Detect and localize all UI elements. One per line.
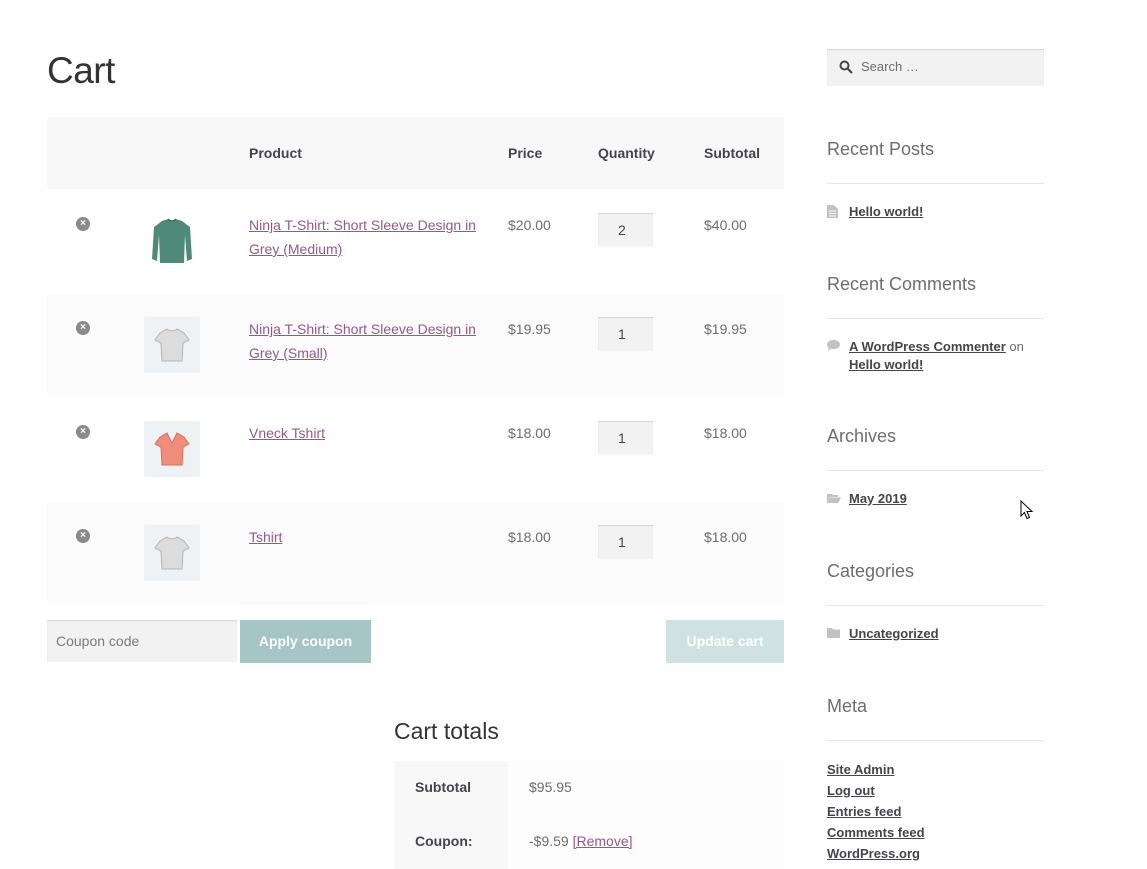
recent-comments-title: Recent Comments	[827, 274, 977, 294]
archives-title: Archives	[827, 426, 897, 446]
remove-coupon-link[interactable]: [Remove]	[573, 833, 633, 849]
recent-comment-item: A WordPress Commenter on Hello world!	[849, 338, 1044, 374]
mouse-cursor-icon	[1020, 500, 1034, 520]
coupon-code-input[interactable]: Coupon code	[47, 620, 237, 662]
meta-link-site-admin[interactable]: Site Admin	[827, 762, 894, 777]
header-price: Price	[508, 145, 543, 161]
comment-post-link[interactable]: Hello world!	[849, 357, 923, 372]
totals-row-coupon: Coupon: -$9.59 [Remove]	[394, 815, 784, 869]
product-subtotal: $40.00	[704, 217, 747, 233]
comment-on-text: on	[1009, 339, 1024, 354]
product-link[interactable]: Vneck Tshirt	[249, 421, 479, 445]
quantity-input[interactable]: 1	[598, 421, 653, 455]
categories-title: Categories	[827, 561, 915, 581]
archive-item: May 2019	[849, 490, 907, 508]
divider	[827, 740, 1044, 741]
product-price: $18.00	[508, 425, 551, 441]
recent-posts-title: Recent Posts	[827, 139, 935, 159]
subtotal-label: Subtotal	[415, 779, 471, 795]
product-price: $19.95	[508, 321, 551, 337]
cart-totals-table: Subtotal $95.95 Coupon: -$9.59 [Remove]	[394, 761, 784, 869]
quantity-input[interactable]: 1	[598, 525, 653, 559]
cart-row: × Tshirt $18.00 1 $18.00	[47, 501, 784, 605]
update-cart-button[interactable]: Update cart	[666, 620, 784, 663]
product-thumbnail[interactable]	[144, 317, 200, 373]
product-subtotal: $19.95	[704, 321, 747, 337]
recent-post-item: Hello world!	[849, 203, 923, 221]
category-link[interactable]: Uncategorized	[849, 626, 939, 641]
product-link[interactable]: Ninja T-Shirt: Short Sleeve Design in Gr…	[249, 317, 479, 365]
cart-actions: Coupon code Apply coupon Update cart	[47, 605, 784, 685]
green-sweater-icon	[152, 218, 192, 263]
product-link[interactable]: Tshirt	[249, 525, 479, 549]
search-icon	[839, 60, 853, 74]
grey-tshirt-icon	[154, 328, 190, 362]
cart-totals-title: Cart totals	[394, 718, 499, 744]
coupon-value-wrap: -$9.59 [Remove]	[529, 833, 633, 849]
divider	[827, 183, 1044, 184]
cart-table: Product Price Quantity Subtotal × Ninja …	[47, 117, 784, 605]
quantity-input[interactable]: 2	[598, 213, 653, 247]
cart-row: × Vneck Tshirt $18.00 1 $18.00	[47, 397, 784, 501]
product-thumbnail[interactable]	[144, 525, 200, 581]
meta-link-comments-feed[interactable]: Comments feed	[827, 825, 925, 840]
cart-row: × Ninja T-Shirt: Short Sleeve Design in …	[47, 293, 784, 397]
meta-title: Meta	[827, 696, 868, 716]
header-product: Product	[249, 145, 302, 161]
divider	[827, 605, 1044, 606]
divider	[827, 470, 1044, 471]
totals-row-subtotal: Subtotal $95.95	[394, 761, 784, 815]
page-title: Cart	[47, 50, 115, 91]
comment-icon	[827, 340, 840, 351]
comment-author-link[interactable]: A WordPress Commenter	[849, 339, 1006, 354]
product-price: $20.00	[508, 217, 551, 233]
remove-item-icon[interactable]: ×	[76, 217, 90, 231]
product-link[interactable]: Ninja T-Shirt: Short Sleeve Design in Gr…	[249, 213, 479, 261]
product-thumbnail[interactable]	[144, 213, 200, 269]
cart-row: × Ninja T-Shirt: Short Sleeve Design in …	[47, 189, 784, 293]
remove-item-icon[interactable]: ×	[76, 425, 90, 439]
coral-vneck-icon	[154, 432, 190, 466]
header-quantity: Quantity	[598, 145, 655, 161]
quantity-input[interactable]: 1	[598, 317, 653, 351]
apply-coupon-button[interactable]: Apply coupon	[240, 620, 371, 663]
meta-link-entries-feed[interactable]: Entries feed	[827, 804, 901, 819]
archive-link[interactable]: May 2019	[849, 491, 907, 506]
category-item: Uncategorized	[849, 625, 939, 643]
product-thumbnail[interactable]	[144, 421, 200, 477]
folder-open-icon	[827, 494, 841, 503]
folder-icon	[827, 628, 840, 638]
search-placeholder: Search …	[861, 59, 919, 74]
grey-tshirt-icon	[154, 536, 190, 570]
coupon-label: Coupon:	[415, 833, 473, 849]
meta-link-log-out[interactable]: Log out	[827, 783, 875, 798]
search-input[interactable]: Search …	[827, 49, 1044, 86]
product-price: $18.00	[508, 529, 551, 545]
document-icon	[827, 205, 838, 218]
recent-post-link[interactable]: Hello world!	[849, 204, 923, 219]
product-subtotal: $18.00	[704, 425, 747, 441]
divider	[827, 318, 1044, 319]
remove-item-icon[interactable]: ×	[76, 529, 90, 543]
remove-item-icon[interactable]: ×	[76, 321, 90, 335]
subtotal-value: $95.95	[529, 779, 572, 795]
product-subtotal: $18.00	[704, 529, 747, 545]
coupon-value: -$9.59	[529, 833, 569, 849]
header-subtotal: Subtotal	[704, 145, 760, 161]
cart-table-header: Product Price Quantity Subtotal	[47, 117, 784, 189]
